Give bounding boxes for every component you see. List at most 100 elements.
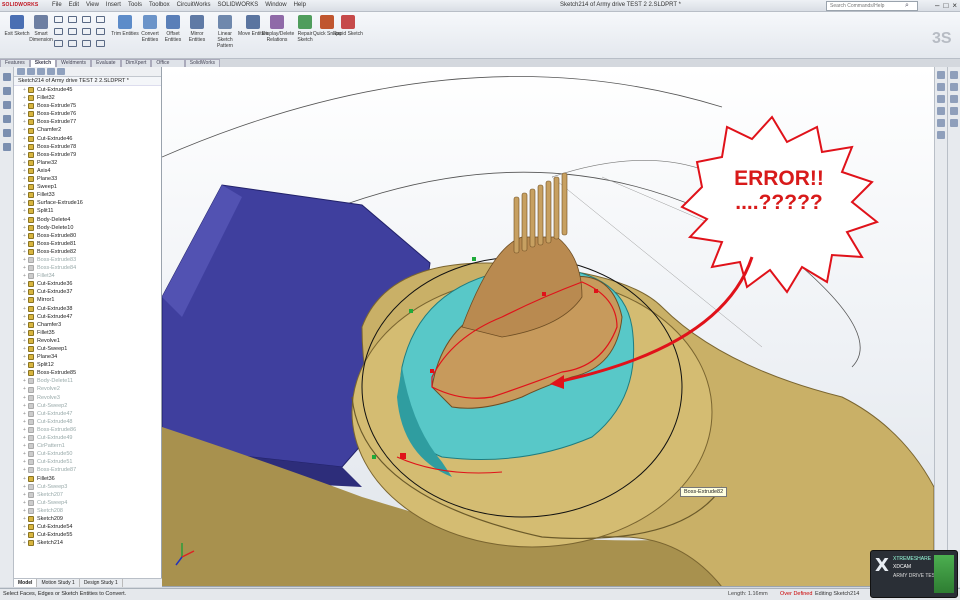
section-icon[interactable] — [2, 129, 11, 137]
tree-item[interactable]: + Chamfer2 — [23, 126, 161, 134]
tree-item[interactable]: + Body-Delete4 — [23, 216, 161, 224]
spline-icon[interactable] — [82, 16, 91, 23]
tree-item[interactable]: + Body-Delete11 — [23, 377, 161, 385]
display-manager-tab-icon[interactable] — [57, 68, 65, 75]
polygon-icon[interactable] — [68, 40, 77, 47]
tree-item[interactable]: + Cut-Sweep4 — [23, 499, 161, 507]
tree-item[interactable]: + Boss-Extrude75 — [23, 102, 161, 110]
display-delete-relations-button[interactable]: Display/Delete Relations — [262, 15, 294, 43]
tree-item[interactable]: + Fillet32 — [23, 94, 161, 102]
tree-item[interactable]: + Split11 — [23, 207, 161, 215]
sketch-icon[interactable] — [950, 71, 958, 79]
tree-item[interactable]: + Cut-Extrude37 — [23, 288, 161, 296]
smart-dimension-button[interactable]: Smart Dimension — [26, 15, 56, 43]
property-manager-tab-icon[interactable] — [27, 68, 35, 75]
menu-item-circuitworks[interactable]: CircuitWorks — [177, 2, 211, 8]
slot-icon[interactable] — [68, 28, 77, 35]
status-over-defined[interactable]: Over Defined — [780, 589, 812, 600]
tree-item[interactable]: + Cut-Extrude49 — [23, 434, 161, 442]
tree-item[interactable]: + Cut-Extrude55 — [23, 531, 161, 539]
tree-item[interactable]: + Sweep1 — [23, 183, 161, 191]
tree-item[interactable]: + Cut-Extrude45 — [23, 86, 161, 94]
tree-item[interactable]: + Axis4 — [23, 167, 161, 175]
tree-item[interactable]: + Boss-Extrude86 — [23, 426, 161, 434]
tree-item[interactable]: + Cut-Extrude38 — [23, 305, 161, 313]
configuration-manager-tab-icon[interactable] — [37, 68, 45, 75]
pan-icon[interactable] — [937, 107, 945, 115]
tree-item[interactable]: + Cut-Extrude51 — [23, 458, 161, 466]
tab-sketch[interactable]: Sketch — [29, 59, 57, 67]
section-view-icon[interactable] — [937, 119, 945, 127]
tab-evaluate[interactable]: Evaluate — [91, 59, 121, 67]
tree-item[interactable]: + Boss-Extrude78 — [23, 143, 161, 151]
maximize-icon[interactable]: □ — [943, 1, 948, 10]
zoom-fit-icon[interactable] — [937, 83, 945, 91]
menu-item-edit[interactable]: Edit — [69, 2, 79, 8]
menu-item-solidworks[interactable]: SOLIDWORKS — [218, 2, 259, 8]
menu-item-tools[interactable]: Tools — [128, 2, 142, 8]
pointer-icon[interactable] — [2, 73, 11, 81]
tree-item[interactable]: + Fillet33 — [23, 191, 161, 199]
tree-item[interactable]: + Boss-Extrude80 — [23, 232, 161, 240]
tree-item[interactable]: + Boss-Extrude84 — [23, 264, 161, 272]
dimxpert-tab-icon[interactable] — [47, 68, 55, 75]
menu-item-insert[interactable]: Insert — [106, 2, 121, 8]
fillet-icon[interactable] — [82, 40, 91, 47]
search-icon[interactable]: ⌕ — [905, 2, 909, 10]
menu-item-view[interactable]: View — [86, 2, 99, 8]
extrude-icon[interactable] — [950, 83, 958, 91]
tree-item[interactable]: + Surface-Extrude16 — [23, 199, 161, 207]
tree-item[interactable]: + Plane32 — [23, 159, 161, 167]
menu-item-window[interactable]: Window — [265, 2, 286, 8]
tree-item[interactable]: + Boss-Extrude81 — [23, 240, 161, 248]
tab-weldments[interactable]: Weldments — [56, 59, 92, 67]
tree-item[interactable]: + Sketch208 — [23, 507, 161, 515]
tree-item[interactable]: + Sketch214 — [23, 539, 161, 547]
view-icon[interactable] — [2, 115, 11, 123]
linear-sketch-pattern-button[interactable]: Linear Sketch Pattern — [210, 15, 240, 49]
tree-item[interactable]: + Plane33 — [23, 175, 161, 183]
graphics-area[interactable]: ERROR!! ....????? — [162, 67, 934, 587]
tab-office-products[interactable]: Office Products — [151, 59, 185, 73]
tree-item[interactable]: + Chamfer3 — [23, 321, 161, 329]
sweep-icon[interactable] — [950, 107, 958, 115]
tree-item[interactable]: + Boss-Extrude85 — [23, 369, 161, 377]
tree-item[interactable]: + Cut-Sweep2 — [23, 402, 161, 410]
tab-design-study-1[interactable]: Design Study 1 — [80, 579, 123, 587]
appearance-icon[interactable] — [2, 143, 11, 151]
tree-item[interactable]: + Cut-Extrude47 — [23, 410, 161, 418]
ellipse-icon[interactable] — [82, 28, 91, 35]
tree-item[interactable]: + Revolve1 — [23, 337, 161, 345]
tab-model[interactable]: Model — [14, 579, 38, 587]
tree-item[interactable]: + Cut-Extrude47 — [23, 313, 161, 321]
zoom-icon[interactable] — [2, 101, 11, 109]
filter-icon[interactable] — [2, 87, 11, 95]
tab-features[interactable]: Features — [0, 59, 30, 67]
tab-dimxpert[interactable]: DimXpert — [120, 59, 152, 67]
menu-item-help[interactable]: Help — [294, 2, 306, 8]
display-style-icon[interactable] — [937, 131, 945, 139]
feature-manager-tab-icon[interactable] — [17, 68, 25, 75]
tree-item[interactable]: + Mirror1 — [23, 296, 161, 304]
tree-item[interactable]: + Cut-Sweep1 — [23, 345, 161, 353]
tree-item[interactable]: + Fillet35 — [23, 329, 161, 337]
menu-item-toolbox[interactable]: Toolbox — [149, 2, 170, 8]
tree-item[interactable]: + Cut-Extrude36 — [23, 280, 161, 288]
tree-root[interactable]: Sketch214 of Army drive TEST 2 2.SLDPRT … — [14, 77, 161, 86]
menu-item-file[interactable]: File — [52, 2, 62, 8]
tree-item[interactable]: + Cut-Extrude54 — [23, 523, 161, 531]
tree-item[interactable]: + Plane34 — [23, 353, 161, 361]
rapid-sketch-button[interactable]: Rapid Sketch — [333, 15, 363, 37]
text-icon[interactable] — [96, 16, 105, 23]
centerline-icon[interactable] — [96, 40, 105, 47]
tree-item[interactable]: + Fillet34 — [23, 272, 161, 280]
tree-item[interactable]: + Split12 — [23, 361, 161, 369]
tab-motion-study-1[interactable]: Motion Study 1 — [37, 579, 80, 587]
close-icon[interactable]: × — [952, 1, 957, 10]
revolve-icon[interactable] — [950, 95, 958, 103]
tree-item[interactable]: + Revolve2 — [23, 385, 161, 393]
tab-solidworks[interactable]: SolidWorks — [184, 59, 220, 67]
tree-item[interactable]: + Boss-Extrude77 — [23, 118, 161, 126]
mirror-entities-button[interactable]: Mirror Entities — [182, 15, 212, 43]
tree-item[interactable]: + Sketch209 — [23, 515, 161, 523]
